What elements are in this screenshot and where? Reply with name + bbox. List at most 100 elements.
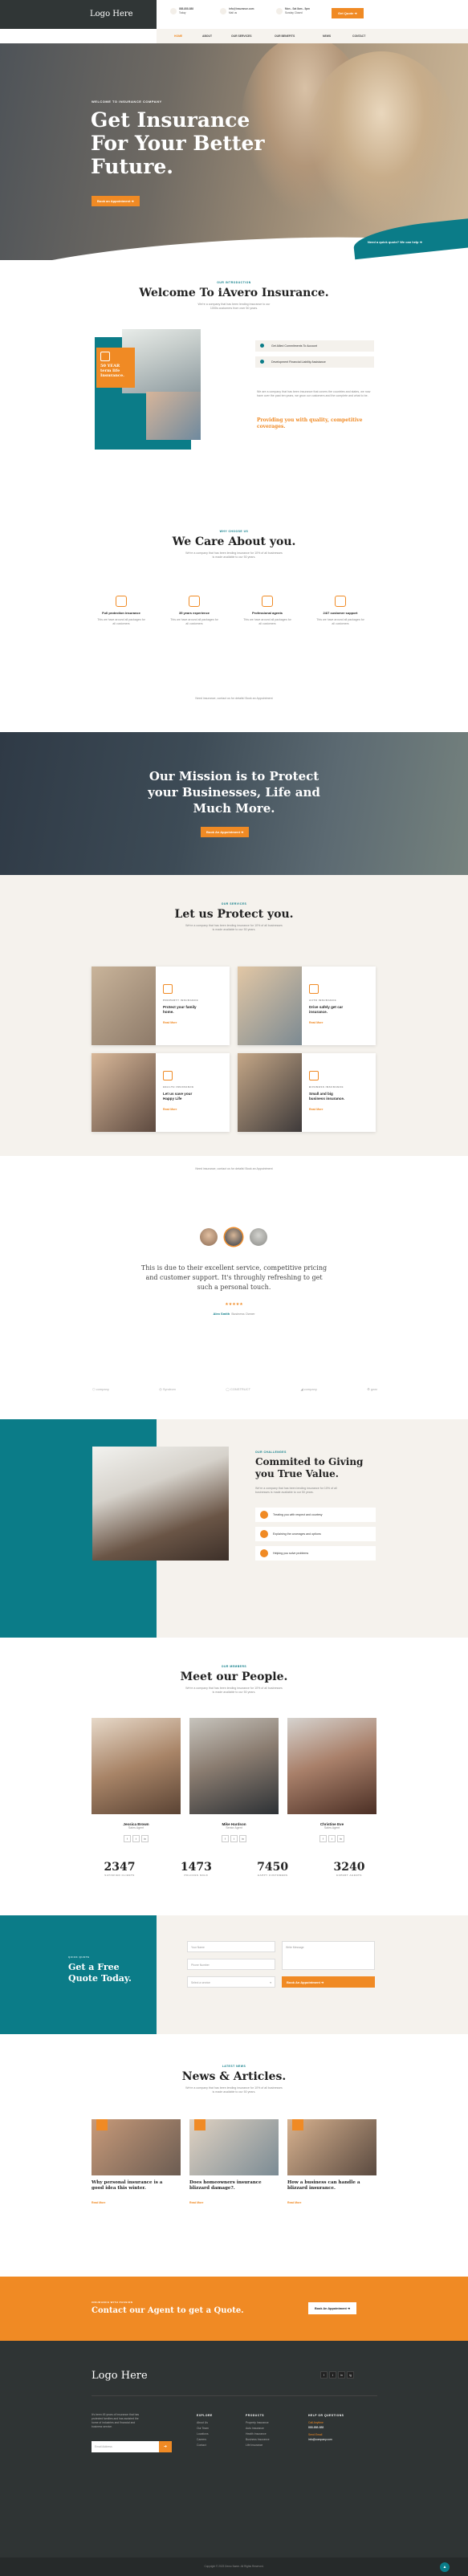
rating-stars: ★★★★★ [225, 1302, 243, 1307]
nav-services[interactable]: OUR SERVICES [231, 35, 252, 38]
quote-title-line2: Quote Today. [68, 1973, 132, 1984]
linkedin-icon[interactable]: in [239, 1835, 246, 1842]
news-photo [287, 2119, 376, 2175]
service-title-line2: insurance. [309, 1010, 328, 1014]
twitter-icon[interactable]: t [329, 2371, 336, 2379]
chevron-down-icon: ▾ [270, 1981, 271, 1984]
services-heading: OUR SERVICES Let us Protect you. We're a… [0, 902, 468, 932]
quick-quote-link[interactable]: Need a quick quote? We can help ➜ [368, 240, 422, 244]
get-quote-button[interactable]: Get Quote ➜ [332, 8, 364, 18]
instagram-icon[interactable]: ig [347, 2371, 354, 2379]
service-select[interactable]: Select a service ▾ [187, 1976, 275, 1988]
footer-link[interactable]: Locations [197, 2432, 213, 2437]
service-read-more[interactable]: Read More [309, 1108, 323, 1111]
name-input[interactable]: Your Name [187, 1941, 275, 1952]
news-title: How a business can handle a blizzard insu… [287, 2180, 376, 2191]
footer-link[interactable]: Our Team [197, 2426, 213, 2432]
nav-news[interactable]: NEWS [323, 35, 331, 38]
member-card[interactable]: Mike Hardson Senior Agent f t in [189, 1718, 279, 1866]
nav-about[interactable]: ABOUT [202, 35, 212, 38]
footer-link[interactable]: Property Insurance [246, 2420, 270, 2426]
footer-link[interactable]: Careers [197, 2437, 213, 2443]
facebook-icon[interactable]: f [222, 1835, 229, 1842]
date-badge [292, 2119, 303, 2130]
message-textarea[interactable]: Write Message [282, 1941, 375, 1970]
news-read-more[interactable]: Read More [287, 2201, 376, 2204]
hero-photo-person-b [305, 51, 458, 228]
footer-link[interactable]: Auto Insurance [246, 2426, 270, 2432]
logo-block[interactable]: Logo Here [0, 0, 157, 29]
services-footnote[interactable]: Need insurance, contact us for details! … [0, 1167, 468, 1171]
linkedin-icon[interactable]: in [337, 1835, 344, 1842]
feature-title: 24/7 customer support [323, 611, 358, 615]
submit-quote-button[interactable]: Book An Appointment ➜ [282, 1976, 375, 1988]
footer-phone[interactable]: 888-888-888 [308, 2425, 344, 2430]
phone-label: Today [179, 11, 186, 14]
phone-input[interactable]: Phone Number [187, 1959, 275, 1970]
stat: 7450 HAPPY CUSTOMERS [245, 1861, 301, 1877]
member-photo [287, 1718, 376, 1814]
commit-item: Treating you with respect and courtesy [255, 1508, 376, 1522]
scroll-top-icon[interactable]: ▲ [440, 2562, 450, 2572]
service-card-auto[interactable]: AUTO INSURANCE Drive safely get car insur… [238, 967, 376, 1045]
welcome-photo-small [146, 392, 201, 440]
linkedin-icon[interactable]: in [338, 2371, 345, 2379]
check-icon [260, 360, 264, 364]
twitter-icon[interactable]: t [132, 1835, 140, 1842]
service-read-more[interactable]: Read More [163, 1021, 177, 1024]
service-card-health[interactable]: HEALTH INSURANCE Let us save your Happy L… [92, 1053, 230, 1132]
bullet-text: Development Financial Liability Assistan… [271, 360, 326, 364]
news-card[interactable]: Why personal insurance is a good idea thi… [92, 2119, 181, 2204]
service-photo [238, 967, 302, 1045]
service-card-property[interactable]: PROPERTY INSURANCE Protect your family ho… [92, 967, 230, 1045]
mission-banner: Our Mission is to Protect your Businesse… [0, 732, 468, 875]
avatar-active[interactable] [225, 1228, 242, 1246]
linkedin-icon[interactable]: in [141, 1835, 149, 1842]
newsletter-email-input[interactable]: Email Address [92, 2441, 164, 2452]
footer-link[interactable]: Contact [197, 2443, 213, 2448]
partner-logo: ◯ CONSTRUCT [226, 1386, 251, 1391]
footer-link[interactable]: Business Insurance [246, 2437, 270, 2443]
nav-contact[interactable]: CONTACT [352, 35, 365, 38]
stat: 3240 EXPERT AGENTS [321, 1861, 377, 1877]
avatar[interactable] [250, 1228, 267, 1246]
author-role: Business Owner [231, 1312, 255, 1316]
footer-link[interactable]: Life Insurance [246, 2443, 270, 2448]
service-card-business[interactable]: BUSINESS INSURANCE Small and big business… [238, 1053, 376, 1132]
footer-link[interactable]: Health Insurance [246, 2432, 270, 2437]
news-sub2: is made available to our 50 years. [212, 2090, 256, 2094]
twitter-icon[interactable]: t [328, 1835, 336, 1842]
twitter-icon[interactable]: t [230, 1835, 238, 1842]
news-read-more[interactable]: Read More [189, 2201, 279, 2204]
facebook-icon[interactable]: f [124, 1835, 131, 1842]
hours-line1: Mon - Sat 8am - 5pm [285, 7, 310, 10]
commit-item-text: Explaining the coverages and options [273, 1532, 321, 1536]
service-read-more[interactable]: Read More [309, 1021, 323, 1024]
cta-appointment-button[interactable]: Book An Appointment ➜ [308, 2302, 357, 2314]
footer-link[interactable]: About Us [197, 2420, 213, 2426]
send-icon[interactable]: ➜ [159, 2441, 172, 2452]
mission-appointment-button[interactable]: Book An Appointment ➜ [201, 827, 250, 837]
care-heading: WHY CHOOSE US We Care About you. We're a… [0, 530, 468, 560]
nav-benefits[interactable]: OUR BENEFITS [275, 35, 295, 38]
member-card[interactable]: Jessica Brown Sales Agent f t in [92, 1718, 181, 1866]
avatar[interactable] [200, 1228, 218, 1246]
footer-email[interactable]: info@company.com [308, 2437, 344, 2442]
service-read-more[interactable]: Read More [163, 1108, 177, 1111]
nav-home[interactable]: HOME [174, 35, 182, 38]
news-title-line1: Does homeowners insurance [189, 2180, 262, 2185]
partner-logos: ⬡ company ◎ Syndrom ◯ CONSTRUCT ◢ compan… [92, 1381, 377, 1397]
news-card[interactable]: How a business can handle a blizzard insu… [287, 2119, 376, 2204]
footer-logo[interactable]: Logo Here [92, 2370, 148, 2382]
care-footnote[interactable]: Need insurance, contact us for details! … [0, 697, 468, 701]
feature-text: This we have around all packages for all… [97, 618, 145, 625]
service-photo [92, 1053, 156, 1132]
facebook-icon[interactable]: f [320, 2371, 328, 2379]
service-title: Protect your family home. [163, 1005, 197, 1015]
news-read-more[interactable]: Read More [92, 2201, 181, 2204]
member-social: f t in [189, 1835, 279, 1842]
hero-appointment-button[interactable]: Book an Appointment ➜ [92, 196, 140, 206]
member-card[interactable]: Christine Eve Sales Agent f t in [287, 1718, 376, 1866]
news-card[interactable]: Does homeowners insurance blizzard damage… [189, 2119, 279, 2204]
facebook-icon[interactable]: f [319, 1835, 327, 1842]
